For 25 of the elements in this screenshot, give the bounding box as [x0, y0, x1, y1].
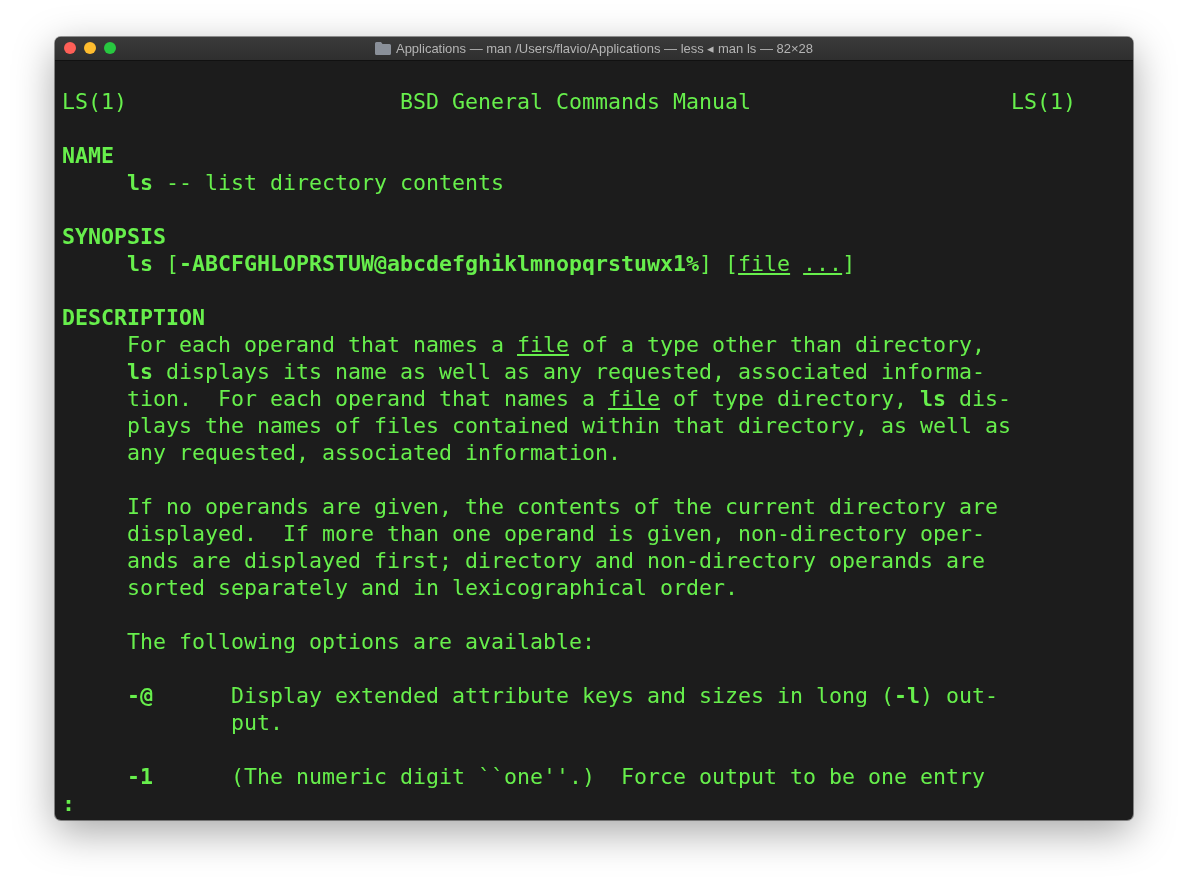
- terminal-line: any requested, associated information.: [127, 439, 622, 466]
- terminal-line: ls -- list directory contents: [127, 169, 505, 196]
- terminal-line: plays the names of files contained within that directory, as well as: [127, 412, 1012, 439]
- section-heading: SYNOPSIS: [62, 223, 166, 250]
- terminal-line: For each operand that names a file of a type other than directory,: [127, 331, 986, 358]
- page-header: LS(1) BSD General Commands Manual LS(1): [62, 88, 1077, 115]
- section-heading: DESCRIPTION: [62, 304, 205, 331]
- section-heading: NAME: [62, 142, 114, 169]
- terminal-line: -@ Display extended attribute keys and sizes in long (-l) out-: [127, 682, 999, 709]
- terminal-line: If no operands are given, the contents of the current directory are: [127, 493, 999, 520]
- pager-prompt: :: [62, 790, 75, 817]
- terminal-line: ls [-ABCFGHLOPRSTUW@abcdefghiklmnopqrstuwx1%] [file ...]: [127, 250, 856, 277]
- folder-icon: [374, 42, 391, 55]
- window-title: Applications — man /Users/flavio/Applications — less ◂ man ls — 82×28: [395, 41, 813, 56]
- terminal-line: ands are displayed first; directory and non-directory operands are: [127, 547, 986, 574]
- terminal-line: The following options are available:: [127, 628, 596, 655]
- zoom-button[interactable]: [104, 42, 116, 54]
- terminal-line: put.: [231, 709, 283, 736]
- terminal-line: sorted separately and in lexicographical order.: [127, 574, 739, 601]
- terminal-line: displayed. If more than one operand is given, non-directory oper-: [127, 520, 986, 547]
- terminal-line: tion. For each operand that names a file of type directory, ls dis-: [127, 385, 1012, 412]
- terminal-line: ls displays its name as well as any requested, associated informa-: [127, 358, 986, 385]
- minimize-button[interactable]: [84, 42, 96, 54]
- terminal-line: -1 (The numeric digit ``one''.) Force output to be one entry: [127, 763, 986, 790]
- close-button[interactable]: [64, 42, 76, 54]
